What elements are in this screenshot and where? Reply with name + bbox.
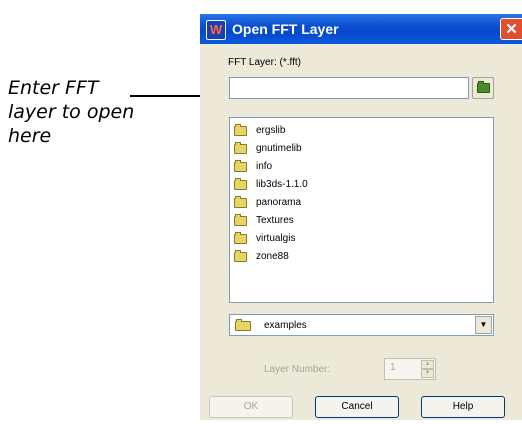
list-item-label: zone88 [256, 251, 289, 262]
directory-dropdown[interactable]: examples ▼ [229, 314, 494, 336]
fft-layer-label: FFT Layer: (*.fft) [228, 57, 301, 68]
callout-line-3: here [8, 125, 52, 147]
layer-number-label: Layer Number: [264, 364, 331, 375]
spin-up-icon: ▲ [421, 360, 434, 369]
close-button[interactable]: ✕ [500, 18, 522, 40]
open-fft-layer-dialog: W Open FFT Layer ✕ FFT Layer: (*.fft) er… [200, 14, 522, 420]
directory-dropdown-value: examples [264, 320, 307, 331]
layer-number-value: 1 [390, 362, 396, 373]
folder-icon [234, 124, 247, 136]
folder-icon [234, 196, 247, 208]
list-item-label: Textures [256, 215, 294, 226]
app-icon: W [206, 20, 226, 40]
folder-icon [234, 232, 247, 244]
list-item-label: lib3ds-1.1.0 [256, 179, 308, 190]
directory-list[interactable]: ergslib gnutimelib info lib3ds-1.1.0 pan… [229, 117, 494, 303]
folder-icon [235, 319, 251, 331]
chevron-down-icon[interactable]: ▼ [475, 316, 492, 334]
dialog-title: Open FFT Layer [232, 21, 339, 37]
list-item-label: panorama [256, 197, 302, 208]
list-item-label: info [256, 161, 273, 172]
list-item-label: ergslib [256, 125, 286, 136]
fft-layer-input[interactable] [229, 77, 469, 99]
callout-line-2: layer to open [8, 101, 135, 123]
folder-icon [234, 250, 247, 262]
ok-button: OK [209, 396, 293, 418]
help-button[interactable]: Help [421, 396, 505, 418]
browse-button[interactable] [472, 77, 494, 99]
layer-number-stepper: 1 ▲ ▼ [384, 358, 436, 380]
title-bar[interactable]: W Open FFT Layer ✕ [200, 14, 522, 44]
list-item-label: gnutimelib [256, 143, 302, 154]
cancel-button[interactable]: Cancel [315, 396, 399, 418]
folder-icon [234, 178, 247, 190]
folder-icon [234, 214, 247, 226]
folder-icon [234, 142, 247, 154]
callout-annotation: Enter FFT layer to open here [8, 76, 186, 148]
list-item-label: virtualgis [256, 233, 296, 244]
folder-icon [234, 160, 247, 172]
spin-down-icon: ▼ [421, 369, 434, 378]
folder-open-icon [477, 81, 490, 93]
